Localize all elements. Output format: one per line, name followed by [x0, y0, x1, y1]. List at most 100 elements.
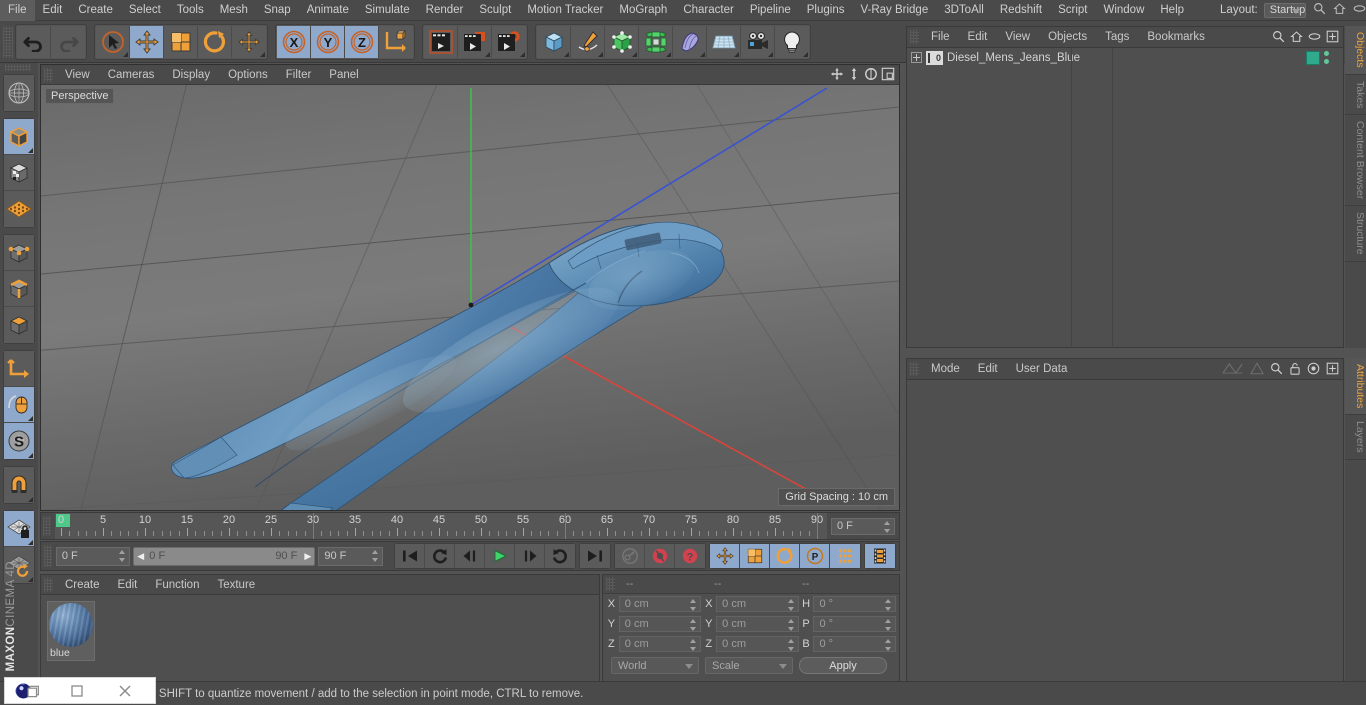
menu-item-cameras[interactable]: Cameras — [99, 65, 164, 85]
add-generator-button[interactable] — [605, 26, 639, 58]
vtab-attributes[interactable]: Attributes — [1345, 358, 1366, 415]
menu-item-function[interactable]: Function — [146, 575, 208, 595]
spinner-icon[interactable] — [690, 619, 697, 631]
record-scale-button[interactable] — [740, 544, 770, 568]
spinner-icon[interactable] — [372, 550, 379, 562]
position-x-field[interactable]: 0 cm — [619, 596, 702, 612]
add-environment-button[interactable] — [707, 26, 741, 58]
menu-item-render[interactable]: Render — [418, 0, 472, 21]
search-icon[interactable] — [1270, 362, 1283, 378]
spinner-icon[interactable] — [788, 639, 795, 651]
go-to-end-button[interactable] — [580, 544, 610, 568]
end-frame-field[interactable]: 90 F — [318, 547, 383, 566]
keyframe-mode-button[interactable] — [865, 544, 895, 568]
menu-item-redshift[interactable]: Redshift — [992, 0, 1050, 21]
record-position-button[interactable] — [710, 544, 740, 568]
menu-item-mode[interactable]: Mode — [922, 359, 969, 379]
live-selection-button[interactable] — [96, 26, 130, 58]
close-window-button[interactable] — [101, 677, 149, 704]
render-to-picture-viewer-button[interactable] — [458, 26, 492, 58]
range-left-arrow-icon[interactable]: ◀ — [137, 551, 144, 562]
render-settings-button[interactable] — [492, 26, 526, 58]
world-coordinates-button[interactable] — [379, 26, 413, 58]
menu-item-edit[interactable]: Edit — [959, 27, 997, 47]
viewport-grip[interactable] — [44, 68, 53, 82]
menu-item-options[interactable]: Options — [219, 65, 277, 85]
visibility-dot[interactable] — [1324, 59, 1329, 64]
polygons-mode-button[interactable] — [4, 307, 34, 343]
timeline-ruler[interactable]: 051015202530354045505560657075808590 — [55, 513, 827, 539]
home-icon[interactable] — [1333, 2, 1346, 18]
lock-icon[interactable] — [1289, 362, 1301, 378]
maximize-view-icon[interactable] — [881, 67, 895, 84]
keyframe-selection-button[interactable]: ? — [675, 544, 705, 568]
render-view-button[interactable] — [424, 26, 458, 58]
menu-item-file[interactable]: File — [0, 0, 35, 21]
size-x-field[interactable]: 0 cm — [716, 596, 799, 612]
menu-item-edit[interactable]: Edit — [109, 575, 147, 595]
spinner-icon[interactable] — [885, 639, 892, 651]
rotation-h-field[interactable]: 0 ° — [813, 596, 896, 612]
menu-item-sculpt[interactable]: Sculpt — [471, 0, 519, 21]
play-forward-loop-button[interactable] — [545, 544, 575, 568]
transform-mode-select[interactable]: Scale — [705, 657, 793, 674]
menu-item-file[interactable]: File — [922, 27, 959, 47]
object-row[interactable]: 0Diesel_Mens_Jeans_Blue — [907, 48, 1343, 67]
material-grip[interactable] — [44, 578, 53, 592]
go-to-start-button[interactable] — [395, 544, 425, 568]
size-y-field[interactable]: 0 cm — [716, 616, 799, 632]
spinner-icon[interactable] — [885, 619, 892, 631]
spinner-icon[interactable] — [690, 639, 697, 651]
menu-item-animate[interactable]: Animate — [299, 0, 357, 21]
size-z-field[interactable]: 0 cm — [716, 636, 799, 652]
viewport-canvas[interactable]: Y X Z Perspective Grid Spacing : 10 cm — [41, 85, 899, 510]
vtab-objects[interactable]: Objects — [1345, 26, 1366, 75]
menu-item-edit[interactable]: Edit — [35, 0, 71, 21]
add-camera-button[interactable] — [741, 26, 775, 58]
menu-item-texture[interactable]: Texture — [208, 575, 264, 595]
menu-item-script[interactable]: Script — [1050, 0, 1095, 21]
spinner-icon[interactable] — [788, 619, 795, 631]
ellipse-icon[interactable] — [1308, 32, 1321, 44]
menu-item-create[interactable]: Create — [56, 575, 109, 595]
position-y-field[interactable]: 0 cm — [619, 616, 702, 632]
vtab-structure[interactable]: Structure — [1345, 206, 1366, 262]
attribute-manager-grip[interactable] — [910, 362, 919, 376]
add-spline-button[interactable] — [571, 26, 605, 58]
menu-item-motion-tracker[interactable]: Motion Tracker — [519, 0, 611, 21]
vtab-takes[interactable]: Takes — [1345, 75, 1366, 115]
menu-item-user-data[interactable]: User Data — [1007, 359, 1077, 379]
viewport-solo-button[interactable] — [4, 387, 34, 423]
move-variant-button[interactable] — [232, 26, 266, 58]
magnet-tool-button[interactable] — [4, 467, 34, 503]
move-tool-button[interactable] — [130, 26, 164, 58]
points-mode-button[interactable] — [4, 235, 34, 271]
menu-item-view[interactable]: View — [996, 27, 1039, 47]
object-manager-grip[interactable] — [910, 30, 919, 44]
texture-mode-button[interactable] — [4, 155, 34, 191]
step-forward-button[interactable] — [515, 544, 545, 568]
ellipse-icon[interactable] — [1353, 4, 1366, 16]
menu-item-plugins[interactable]: Plugins — [799, 0, 853, 21]
menu-item-objects[interactable]: Objects — [1039, 27, 1096, 47]
workplane-mode-button[interactable] — [4, 191, 34, 227]
material-swatch[interactable]: blue — [47, 601, 95, 661]
menu-item-mograph[interactable]: MoGraph — [611, 0, 675, 21]
lock-y-button[interactable]: Y — [311, 26, 345, 58]
lock-workplane-button[interactable] — [4, 511, 34, 547]
spinner-icon[interactable] — [885, 599, 892, 611]
material-tag-icon[interactable] — [1306, 51, 1320, 65]
timeline-current-frame-field[interactable]: 0 F — [831, 518, 895, 535]
rotation-p-field[interactable]: 0 ° — [813, 616, 896, 632]
c4d-app-icon[interactable] — [5, 677, 53, 704]
add-cube-button[interactable] — [537, 26, 571, 58]
menu-item-window[interactable]: Window — [1095, 0, 1152, 21]
record-active-objects-button[interactable] — [645, 544, 675, 568]
coordinates-grip[interactable] — [606, 577, 615, 591]
record-parameter-button[interactable]: P — [800, 544, 830, 568]
home-icon[interactable] — [1290, 30, 1303, 46]
menu-item-pipeline[interactable]: Pipeline — [742, 0, 799, 21]
menu-item-snap[interactable]: Snap — [256, 0, 299, 21]
undo-button[interactable] — [17, 26, 51, 58]
menu-item-edit[interactable]: Edit — [969, 359, 1007, 379]
